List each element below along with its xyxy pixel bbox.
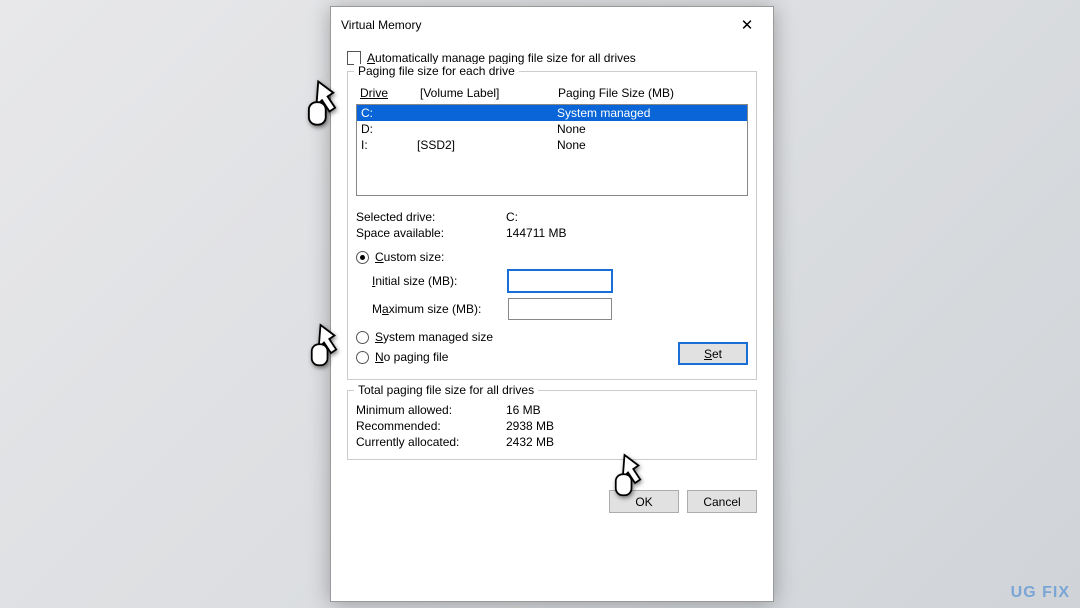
selected-drive-value: C: [506, 210, 518, 224]
drive-listbox[interactable]: C: System managed D: None I: [SSD2] None [356, 104, 748, 196]
titlebar: Virtual Memory ✕ [331, 7, 773, 43]
recommended-value: 2938 MB [506, 419, 554, 433]
group-legend-paging: Paging file size for each drive [354, 64, 519, 78]
total-paging-group: Total paging file size for all drives Mi… [347, 390, 757, 460]
currently-allocated-value: 2432 MB [506, 435, 554, 449]
auto-manage-checkbox-row[interactable]: Automatically manage paging file size fo… [347, 51, 757, 65]
set-button[interactable]: Set [678, 342, 748, 365]
cancel-button[interactable]: Cancel [687, 490, 757, 513]
ok-button[interactable]: OK [609, 490, 679, 513]
drive-list-header: Drive [Volume Label] Paging File Size (M… [356, 84, 748, 102]
radio-icon[interactable] [356, 351, 369, 364]
close-icon[interactable]: ✕ [731, 15, 763, 35]
auto-manage-label: Automatically manage paging file size fo… [367, 51, 636, 65]
currently-allocated-label: Currently allocated: [356, 435, 506, 449]
auto-manage-checkbox[interactable] [347, 51, 361, 65]
initial-size-label: Initial size (MB): [372, 274, 508, 288]
virtual-memory-dialog: Virtual Memory ✕ Automatically manage pa… [330, 6, 774, 602]
space-available-value: 144711 MB [506, 226, 567, 240]
watermark-logo: UG FIX [1011, 584, 1070, 602]
paging-size-group: Paging file size for each drive Drive [V… [347, 71, 757, 380]
maximum-size-label: Maximum size (MB): [372, 302, 508, 316]
space-available-label: Space available: [356, 226, 506, 240]
min-allowed-label: Minimum allowed: [356, 403, 506, 417]
selected-drive-label: Selected drive: [356, 210, 506, 224]
recommended-label: Recommended: [356, 419, 506, 433]
radio-icon[interactable] [356, 331, 369, 344]
group-legend-total: Total paging file size for all drives [354, 383, 538, 397]
radio-icon[interactable] [356, 251, 369, 264]
initial-size-input[interactable] [508, 270, 612, 292]
drive-row[interactable]: C: System managed [357, 105, 747, 121]
drive-row[interactable]: D: None [357, 121, 747, 137]
footer-buttons: OK Cancel [331, 482, 773, 513]
drive-row[interactable]: I: [SSD2] None [357, 137, 747, 153]
min-allowed-value: 16 MB [506, 403, 541, 417]
title: Virtual Memory [341, 18, 421, 32]
custom-size-radio[interactable]: Custom size: [356, 250, 748, 264]
maximum-size-input[interactable] [508, 298, 612, 320]
